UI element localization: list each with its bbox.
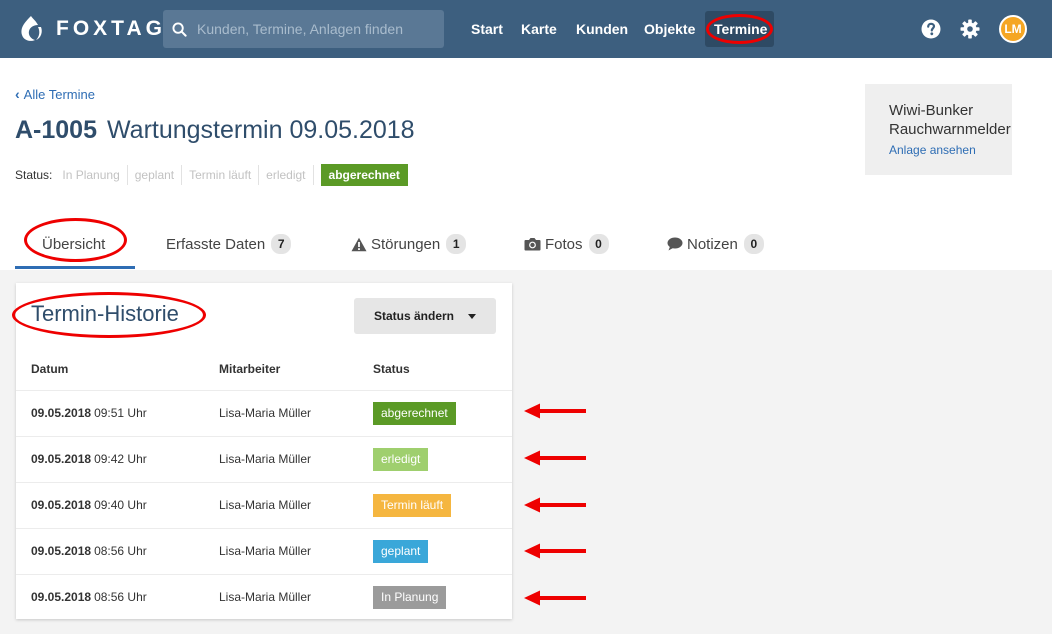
status-step-in-planung: In Planung — [62, 168, 120, 182]
annotation-arrow-icon — [524, 403, 586, 419]
row-datetime: 09.05.2018 09:42 Uhr — [31, 452, 147, 466]
row-time: 08:56 Uhr — [94, 544, 147, 558]
table-row: 09.05.2018 08:56 Uhr Lisa-Maria Müller ge… — [16, 528, 512, 574]
appointment-title: Wartungstermin 09.05.2018 — [107, 116, 415, 144]
status-label: Status: — [15, 168, 53, 182]
tab-notizen-count: 0 — [743, 234, 764, 254]
table-row: 09.05.2018 09:40 Uhr Lisa-Maria Müller Te… — [16, 482, 512, 528]
row-employee: Lisa-Maria Müller — [219, 498, 312, 512]
tab-erfasste-daten[interactable]: Erfasste Daten 7 — [166, 222, 292, 266]
gear-icon[interactable] — [960, 19, 980, 39]
top-navigation-bar: FOXTAG Start Karte Kunden Objekte Termin… — [0, 0, 1052, 58]
row-date: 09.05.2018 — [31, 590, 92, 604]
asset-name-line1: Wiwi-Bunker — [889, 102, 974, 119]
nav-karte[interactable]: Karte — [521, 0, 557, 58]
logo-text: FOXTAG — [56, 17, 166, 40]
view-asset-link[interactable]: Anlage ansehen — [889, 143, 1012, 157]
history-card: Termin-Historie Status ändern Datum Mita… — [12, 283, 512, 620]
table-row: 09.05.2018 09:51 Uhr Lisa-Maria Müller ab… — [16, 390, 512, 436]
tab-notizen-label: Notizen — [687, 235, 738, 253]
search-icon — [172, 21, 187, 37]
annotation-arrow-icon — [524, 543, 586, 559]
back-to-appointments-link[interactable]: ‹ Alle Termine — [15, 86, 95, 102]
nav-objekte[interactable]: Objekte — [644, 0, 695, 58]
row-datetime: 09.05.2018 08:56 Uhr — [31, 590, 147, 604]
row-status-badge: abgerechnet — [373, 402, 456, 425]
row-date: 09.05.2018 — [31, 406, 92, 420]
row-employee: Lisa-Maria Müller — [219, 452, 312, 466]
tab-stoerungen-label: Störungen — [371, 235, 441, 253]
row-datetime: 09.05.2018 08:56 Uhr — [31, 544, 147, 558]
tab-notizen[interactable]: Notizen 0 — [667, 222, 764, 266]
status-step-geplant: geplant — [126, 165, 181, 185]
camera-icon — [524, 238, 541, 251]
active-tab-underline — [15, 266, 135, 269]
row-time: 08:56 Uhr — [94, 590, 147, 604]
nav-kunden[interactable]: Kunden — [576, 0, 628, 58]
row-status-badge: Termin läuft — [373, 494, 452, 517]
page-title: A-1005 Wartungstermin 09.05.2018 — [15, 116, 415, 145]
row-employee: Lisa-Maria Müller — [219, 544, 312, 558]
fox-logo-icon — [21, 16, 42, 41]
annotation-arrow-icon — [524, 590, 586, 606]
row-time: 09:42 Uhr — [94, 452, 147, 466]
back-link-label: Alle Termine — [23, 86, 95, 102]
foxtag-logo[interactable]: FOXTAG — [18, 14, 166, 44]
asset-info-box: Wiwi-Bunker Rauchwarnmelder Anlage anseh… — [865, 84, 1012, 175]
warning-icon — [351, 237, 367, 251]
status-progress: Status: In Planung geplant Termin läuft … — [15, 164, 408, 186]
row-date: 09.05.2018 — [31, 544, 92, 558]
search-input[interactable] — [197, 21, 437, 37]
chevron-left-icon: ‹ — [15, 86, 20, 102]
change-status-label: Status ändern — [373, 309, 454, 323]
search-box[interactable] — [163, 10, 444, 48]
status-step-erledigt: erledigt — [258, 165, 312, 185]
appointment-code: A-1005 — [15, 116, 97, 144]
column-header-mitarbeiter: Mitarbeiter — [219, 362, 281, 376]
asset-name-line2: Rauchwarnmelder — [889, 121, 1011, 138]
row-status-badge: erledigt — [373, 448, 429, 471]
table-row: 09.05.2018 09:42 Uhr Lisa-Maria Müller er… — [16, 436, 512, 482]
tab-stoerungen[interactable]: Störungen 1 — [351, 222, 467, 266]
row-datetime: 09.05.2018 09:40 Uhr — [31, 498, 147, 512]
tab-erfasste-daten-count: 7 — [271, 234, 292, 254]
tab-fotos-label: Fotos — [545, 235, 583, 253]
status-divider — [312, 165, 314, 185]
user-avatar[interactable]: LM — [999, 15, 1027, 43]
column-header-datum: Datum — [31, 362, 69, 376]
table-row: 09.05.2018 08:56 Uhr Lisa-Maria Müller In… — [16, 574, 512, 620]
comment-icon — [667, 237, 683, 251]
annotation-arrow-icon — [524, 450, 586, 466]
appointment-header: ‹ Alle Termine A-1005 Wartungstermin 09.0… — [0, 58, 1052, 270]
row-employee: Lisa-Maria Müller — [219, 406, 312, 420]
annotation-circle-title — [12, 292, 206, 338]
row-time: 09:51 Uhr — [94, 406, 147, 420]
row-datetime: 09.05.2018 09:51 Uhr — [31, 406, 147, 420]
tab-fotos-count: 0 — [588, 234, 609, 254]
row-status-badge: geplant — [373, 540, 429, 563]
change-status-button[interactable]: Status ändern — [354, 298, 496, 334]
row-time: 09:40 Uhr — [94, 498, 147, 512]
row-employee: Lisa-Maria Müller — [219, 590, 312, 604]
tab-erfasste-daten-label: Erfasste Daten — [166, 235, 266, 253]
annotation-circle-tab — [24, 218, 127, 262]
annotation-circle-nav — [706, 14, 773, 44]
tab-fotos[interactable]: Fotos 0 — [524, 222, 609, 266]
status-step-termin-laeuft: Termin läuft — [181, 165, 258, 185]
caret-down-icon — [468, 313, 476, 319]
annotation-arrow-icon — [524, 497, 586, 513]
nav-start[interactable]: Start — [471, 0, 503, 58]
row-date: 09.05.2018 — [31, 452, 92, 466]
help-icon[interactable] — [921, 19, 941, 39]
status-current-badge: abgerechnet — [320, 164, 408, 186]
tab-stoerungen-count: 1 — [446, 234, 467, 254]
row-status-badge: In Planung — [373, 586, 447, 609]
column-header-status: Status — [373, 362, 410, 376]
row-date: 09.05.2018 — [31, 498, 92, 512]
